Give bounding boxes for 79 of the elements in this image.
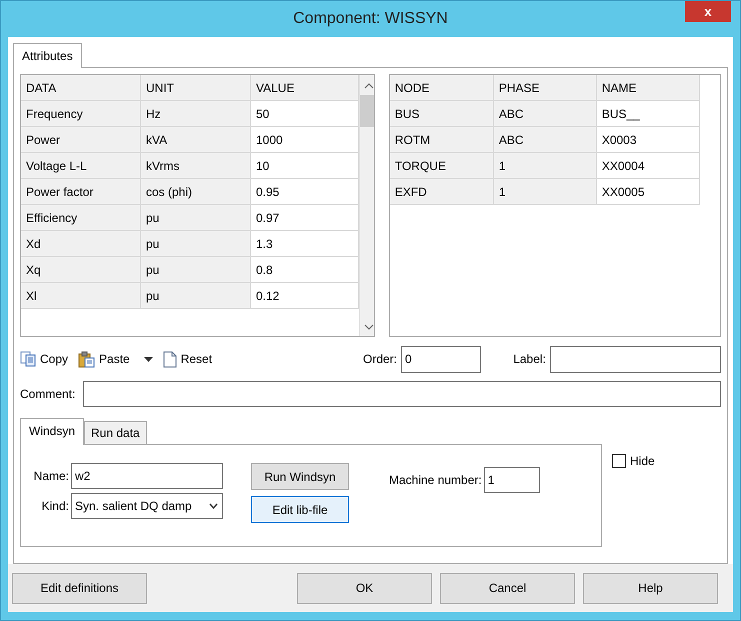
column-header[interactable]: DATA [21,75,141,101]
value-cell[interactable]: 0.8 [251,257,359,283]
row-header-cell: Hz [141,101,251,127]
column-header[interactable]: NODE [390,75,494,101]
name-field[interactable]: w2 [71,463,223,489]
row-header-cell: cos (phi) [141,179,251,205]
window-title: Component: WISSYN [293,9,448,29]
dialog-button[interactable]: Edit definitions [12,572,147,604]
row-header-cell: ROTM [390,127,494,153]
copy-icon [20,351,36,367]
dialog-button[interactable]: Cancel [440,572,575,604]
order-field[interactable]: 0 [401,346,482,372]
value-cell[interactable]: 1000 [251,127,359,153]
row-header-cell: Xq [21,257,141,283]
scroll-up-icon[interactable] [364,83,374,89]
row-header-cell: ABC [494,127,597,153]
label-label: Label: [513,351,546,368]
row-header-cell: kVrms [141,153,251,179]
kind-dropdown[interactable]: Syn. salient DQ damp [71,493,223,519]
comment-label: Comment: [20,386,76,403]
label-field[interactable] [550,346,721,372]
dropdown-caret-icon[interactable] [144,356,153,362]
row-header-cell: TORQUE [390,153,494,179]
close-button[interactable]: x [685,1,731,22]
value-cell[interactable]: X0003 [596,127,700,153]
row-header-cell: pu [141,257,251,283]
copy-button[interactable]: Copy [20,347,68,371]
paste-icon [78,350,96,368]
tab[interactable]: Run data [84,421,147,444]
order-label: Order: [362,351,397,368]
machine-number-label: Machine number: [389,472,482,489]
value-cell[interactable]: 0.95 [251,179,359,205]
row-header-cell: Voltage L-L [21,153,141,179]
row-header-cell: pu [141,205,251,231]
edit-lib-file-button[interactable]: Edit lib-file [251,496,349,523]
row-header-cell: Power factor [21,179,141,205]
scroll-thumb[interactable] [360,95,374,127]
column-header[interactable]: PHASE [494,75,597,101]
tab[interactable]: Windsyn [20,418,84,445]
paste-button[interactable]: Paste [78,347,130,371]
run-windsyn-button[interactable]: Run Windsyn [251,463,349,490]
value-cell[interactable]: 0.97 [251,205,359,231]
dialog-button[interactable]: OK [297,572,432,604]
scroll-down-icon[interactable] [364,324,374,330]
row-header-cell: pu [141,231,251,257]
hide-checkbox[interactable] [612,454,626,468]
row-header-cell: Xl [21,283,141,309]
value-cell[interactable]: 10 [251,153,359,179]
row-header-cell: 1 [494,179,597,205]
value-cell[interactable]: 1.3 [251,231,359,257]
value-cell[interactable]: 50 [251,101,359,127]
name-label: Name: [34,468,69,485]
row-header-cell: pu [141,283,251,309]
comment-field[interactable] [83,381,721,407]
row-header-cell: Power [21,127,141,153]
document-icon [162,350,177,368]
row-header-cell: 1 [494,153,597,179]
row-header-cell: BUS [390,101,494,127]
row-header-cell: Efficiency [21,205,141,231]
row-header-cell: Frequency [21,101,141,127]
kind-label: Kind: [42,498,69,515]
scrollbar[interactable] [359,75,374,336]
value-cell[interactable]: XX0004 [596,153,700,179]
column-header[interactable]: UNIT [141,75,251,101]
reset-button[interactable]: Reset [162,347,212,371]
value-cell[interactable]: XX0005 [596,179,700,205]
dropdown-caret-icon[interactable] [209,503,218,509]
value-cell[interactable]: 0.12 [251,283,359,309]
hide-label: Hide [630,453,655,470]
row-header-cell: kVA [141,127,251,153]
dialog-button[interactable]: Help [583,572,718,604]
row-header-cell: Xd [21,231,141,257]
value-cell[interactable]: BUS__ [596,101,700,127]
column-header[interactable]: NAME [596,75,700,101]
row-header-cell: ABC [494,101,597,127]
tab[interactable]: Attributes [13,43,82,68]
row-header-cell: EXFD [390,179,494,205]
machine-number-field[interactable]: 1 [484,467,540,493]
column-header[interactable]: VALUE [251,75,359,101]
